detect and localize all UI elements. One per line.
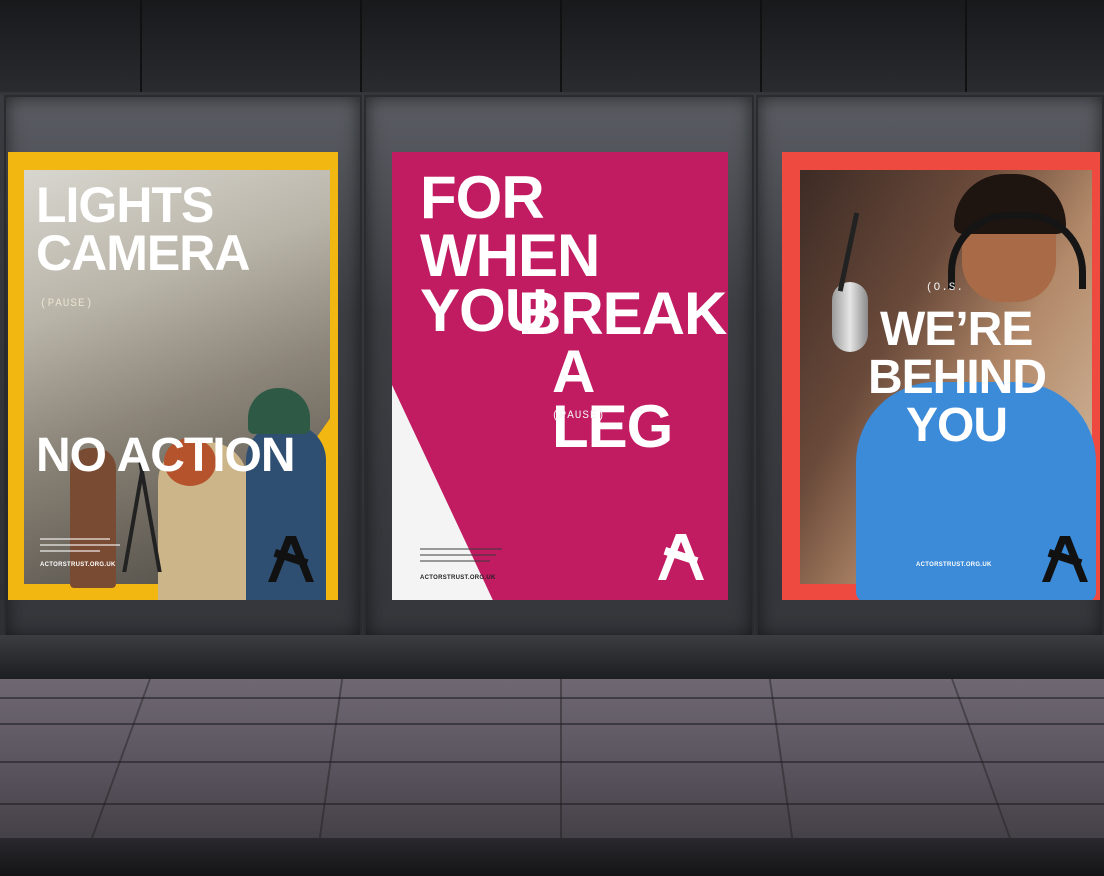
shelter-ledge bbox=[0, 635, 1104, 679]
fine-print bbox=[40, 544, 120, 546]
wall-seam bbox=[965, 0, 967, 92]
fine-print bbox=[40, 550, 100, 552]
url-text: ACTORSTRUST.ORG.UK bbox=[40, 562, 116, 568]
headline-camera: CAMERA bbox=[36, 225, 250, 281]
fine-print bbox=[40, 538, 110, 540]
studio-microphone bbox=[832, 282, 868, 352]
fine-print bbox=[420, 560, 490, 562]
headline-for: FOR bbox=[420, 164, 545, 231]
wall-seam bbox=[360, 0, 362, 92]
headline-break: BREAK bbox=[518, 280, 727, 347]
os-label: (O.S. bbox=[926, 282, 965, 294]
url-text: ACTORSTRUST.ORG.UK bbox=[916, 562, 992, 568]
headline-no-action: NO ACTION bbox=[36, 429, 296, 482]
pause-label: (PAUSE) bbox=[40, 298, 94, 310]
url-text: ACTORSTRUST.ORG.UK bbox=[420, 575, 496, 581]
fine-print bbox=[420, 554, 496, 556]
wall-seam bbox=[760, 0, 762, 92]
fine-print bbox=[420, 548, 502, 550]
bus-shelter-scene: LIGHTS CAMERA (PAUSE) NO ACTION ACTORSTR… bbox=[0, 0, 1104, 876]
actors-trust-logo bbox=[1042, 536, 1088, 582]
actors-trust-logo bbox=[658, 534, 704, 580]
wall-top bbox=[0, 0, 1104, 92]
headline-behind: BEHIND bbox=[868, 351, 1047, 404]
poster-behind-you: (O.S. WE’RE BEHIND YOU ACTORSTRUST.ORG.U… bbox=[782, 152, 1100, 600]
headline-were: WE’RE bbox=[880, 303, 1033, 356]
poster-lights-camera: LIGHTS CAMERA (PAUSE) NO ACTION ACTORSTR… bbox=[8, 152, 338, 600]
curb bbox=[0, 838, 1104, 876]
headline-you: YOU bbox=[906, 399, 1008, 452]
headline-lights: LIGHTS bbox=[36, 177, 214, 233]
headline-a-leg: A LEG bbox=[552, 338, 673, 461]
poster-break-a-leg: FOR WHEN YOU BREAK A LEG (PAUSE) ACTORST… bbox=[392, 152, 728, 600]
pause-label: (PAUSE) bbox=[552, 410, 606, 422]
actors-trust-logo bbox=[268, 536, 314, 582]
wall-seam bbox=[560, 0, 562, 92]
wall-seam bbox=[140, 0, 142, 92]
